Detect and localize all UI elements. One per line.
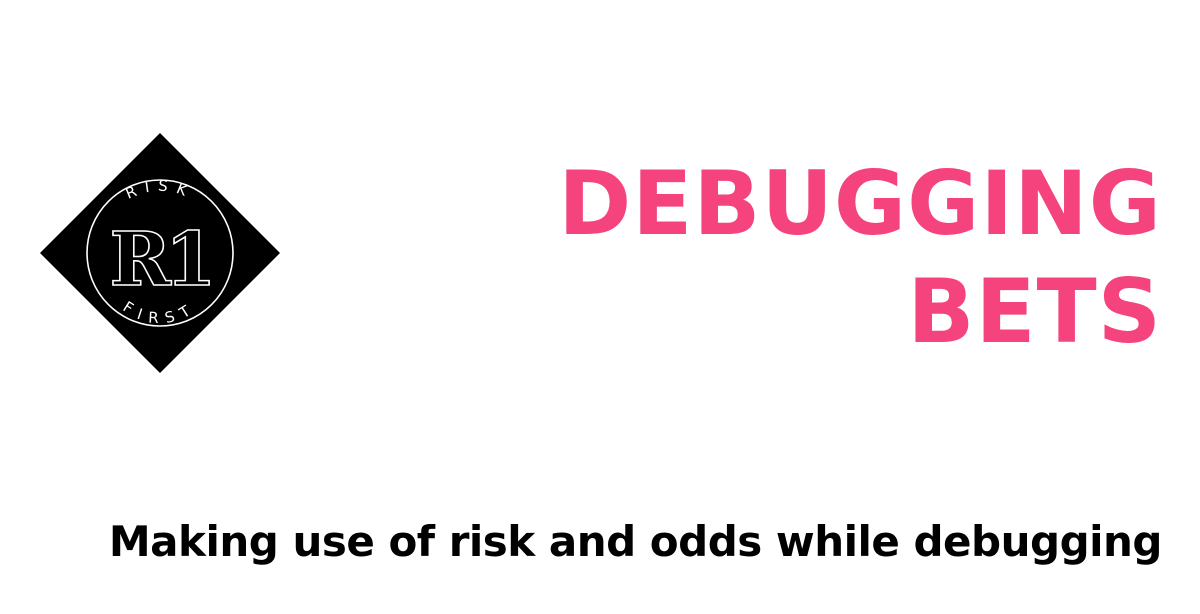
title-line-2: BETS	[907, 260, 1162, 363]
logo-monogram: R1	[110, 217, 211, 303]
page-title: DEBUGGING BETS	[522, 150, 1162, 366]
risk-first-logo-graphic: RISK FIRST R1	[40, 133, 280, 373]
page-subtitle: Making use of risk and odds while debugg…	[108, 517, 1163, 566]
title-line-1: DEBUGGING	[558, 152, 1162, 255]
title-card: RISK FIRST R1 DEBUGGING BETS Making use …	[0, 0, 1200, 614]
risk-first-logo: RISK FIRST R1	[40, 133, 280, 373]
